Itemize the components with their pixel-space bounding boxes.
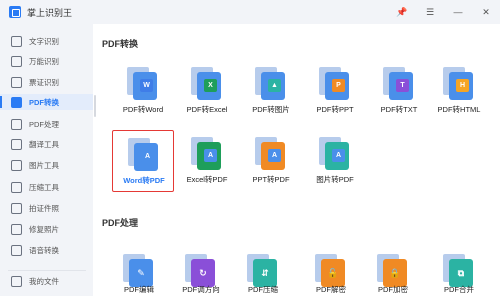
sidebar-item-translate[interactable]: 翻译工具 bbox=[0, 136, 93, 152]
sidebar-item-compress[interactable]: 压缩工具 bbox=[0, 179, 93, 195]
pdf-decrypt-icon: 🔓 bbox=[315, 254, 346, 287]
image-to-pdf-icon: ▲ A bbox=[319, 137, 350, 171]
tool-label: PDF压缩 bbox=[248, 285, 278, 294]
image-tool-icon bbox=[11, 159, 22, 171]
sidebar-item-pdf-process[interactable]: PDF处理 bbox=[0, 116, 93, 132]
minimize-icon[interactable]: — bbox=[444, 0, 472, 24]
voice-convert-icon bbox=[11, 244, 22, 256]
close-icon[interactable]: ✕ bbox=[472, 0, 500, 24]
pdf-to-ppt-icon: A P bbox=[319, 67, 350, 101]
sidebar-item-label: 文字识别 bbox=[29, 36, 59, 46]
pdf-to-txt-icon: A T bbox=[383, 67, 414, 101]
tool-label: PDF转Word bbox=[122, 105, 164, 114]
sidebar-item-label: PDF处理 bbox=[29, 119, 59, 129]
sidebar-item-label: 拍证件照 bbox=[29, 203, 59, 213]
tool-pdf-to-txt[interactable]: A T PDF转TXT bbox=[368, 60, 430, 122]
tool-label: PDF转图片 bbox=[252, 105, 290, 114]
pdf-to-word-icon: A W bbox=[127, 67, 158, 101]
tool-pdf-merge[interactable]: ⧉ PDF合并 bbox=[428, 248, 490, 294]
tool-pdf-edit[interactable]: ✎ PDF编辑 bbox=[108, 248, 170, 294]
pdf-to-html-icon: A H bbox=[443, 67, 474, 101]
tool-image-to-pdf[interactable]: ▲ A 图片转PDF bbox=[304, 130, 366, 192]
sidebar-item-label: 语音转换 bbox=[29, 245, 59, 255]
sidebar-item-label: 我的文件 bbox=[29, 276, 59, 286]
photo-repair-icon bbox=[11, 223, 22, 235]
id-photo-icon bbox=[11, 202, 22, 214]
app-logo-icon bbox=[9, 6, 21, 18]
text-recognition-icon bbox=[11, 35, 22, 47]
universal-recognition-icon bbox=[11, 55, 22, 67]
tool-pdf-to-excel[interactable]: A X PDF转Excel bbox=[176, 60, 238, 122]
pdf-process-icon bbox=[11, 118, 22, 130]
pdf-rotate-icon: ↻ bbox=[185, 254, 216, 287]
sidebar-item-label: 翻译工具 bbox=[29, 139, 59, 149]
pdf-to-excel-icon: A X bbox=[191, 67, 222, 101]
sidebar-item-voice-convert[interactable]: 语音转换 bbox=[0, 242, 93, 258]
tool-label: PDF转TXT bbox=[380, 105, 418, 114]
word-to-pdf-icon: W A bbox=[128, 138, 159, 172]
tool-label: Excel转PDF bbox=[186, 175, 228, 184]
pdf-to-image-icon: A ▲ bbox=[255, 67, 286, 101]
pdf-encrypt-icon: 🔒 bbox=[377, 254, 408, 287]
tool-label: 图片转PDF bbox=[316, 175, 354, 184]
tool-label: PDF转HTML bbox=[437, 105, 481, 114]
tool-label: PPT转PDF bbox=[252, 175, 290, 184]
sidebar-item-label: 修复照片 bbox=[29, 224, 59, 234]
sidebar: 文字识别 万能识别 票证识别 PDF转换 PDF处理 翻译工具 图片工具 压缩工… bbox=[0, 24, 93, 296]
sidebar-item-label: 压缩工具 bbox=[29, 182, 59, 192]
sidebar-item-ticket-recognition[interactable]: 票证识别 bbox=[0, 74, 93, 90]
pdf-merge-icon: ⧉ bbox=[443, 254, 474, 287]
sidebar-item-label: PDF转换 bbox=[29, 97, 59, 107]
tool-excel-to-pdf[interactable]: X A Excel转PDF bbox=[176, 130, 238, 192]
pdf-compress-icon: ⇵ bbox=[247, 254, 278, 287]
tool-word-to-pdf[interactable]: W A Word转PDF bbox=[112, 130, 174, 192]
tool-pdf-to-word[interactable]: A W PDF转Word bbox=[112, 60, 174, 122]
section-title-pdf-convert: PDF转换 bbox=[102, 39, 139, 49]
tool-label: PDF转Excel bbox=[186, 105, 228, 114]
title-bar: 掌上识别王 📌 ☰ — ✕ bbox=[0, 0, 500, 24]
tool-label: PDF加密 bbox=[378, 285, 408, 294]
sidebar-item-label: 万能识别 bbox=[29, 56, 59, 66]
tool-pdf-compress[interactable]: ⇵ PDF压缩 bbox=[232, 248, 294, 294]
sidebar-scrollbar[interactable] bbox=[94, 95, 96, 117]
tool-pdf-to-html[interactable]: A H PDF转HTML bbox=[428, 60, 490, 122]
ticket-recognition-icon bbox=[11, 76, 22, 88]
pdf-convert-icon bbox=[11, 96, 22, 108]
ppt-to-pdf-icon: P A bbox=[255, 137, 286, 171]
sidebar-item-photo-repair[interactable]: 修复照片 bbox=[0, 221, 93, 237]
tool-pdf-to-ppt[interactable]: A P PDF转PPT bbox=[304, 60, 366, 122]
sidebar-item-label: 图片工具 bbox=[29, 160, 59, 170]
tool-pdf-decrypt[interactable]: 🔓 PDF解密 bbox=[300, 248, 362, 294]
sidebar-item-label: 票证识别 bbox=[29, 77, 59, 87]
sidebar-item-pdf-convert[interactable]: PDF转换 bbox=[0, 94, 93, 110]
menu-icon[interactable]: ☰ bbox=[416, 0, 444, 24]
tool-label: Word转PDF bbox=[123, 176, 165, 185]
tool-pdf-to-image[interactable]: A ▲ PDF转图片 bbox=[240, 60, 302, 122]
sidebar-divider bbox=[8, 270, 86, 271]
sidebar-item-id-photo[interactable]: 拍证件照 bbox=[0, 200, 93, 216]
tool-label: PDF编辑 bbox=[124, 285, 154, 294]
window-controls: 📌 ☰ — ✕ bbox=[388, 0, 500, 24]
pin-icon[interactable]: 📌 bbox=[388, 0, 416, 24]
translate-icon bbox=[11, 138, 22, 150]
tool-label: PDF调方向 bbox=[182, 285, 220, 294]
tool-pdf-encrypt[interactable]: 🔒 PDF加密 bbox=[362, 248, 424, 294]
sidebar-item-my-files[interactable]: 我的文件 bbox=[0, 273, 93, 289]
tool-label: PDF转PPT bbox=[316, 105, 354, 114]
tool-label: PDF解密 bbox=[316, 285, 346, 294]
tool-label: PDF合并 bbox=[444, 285, 474, 294]
tool-ppt-to-pdf[interactable]: P A PPT转PDF bbox=[240, 130, 302, 192]
pdf-edit-icon: ✎ bbox=[123, 254, 154, 287]
section-title-pdf-process: PDF处理 bbox=[102, 218, 139, 228]
tool-pdf-rotate[interactable]: ↻ PDF调方向 bbox=[170, 248, 232, 294]
compress-icon bbox=[11, 181, 22, 193]
excel-to-pdf-icon: X A bbox=[191, 137, 222, 171]
sidebar-item-universal-recognition[interactable]: 万能识别 bbox=[0, 53, 93, 69]
app-title: 掌上识别王 bbox=[27, 7, 73, 18]
my-files-icon bbox=[11, 275, 22, 287]
sidebar-item-image-tool[interactable]: 图片工具 bbox=[0, 157, 93, 173]
sidebar-item-text-recognition[interactable]: 文字识别 bbox=[0, 33, 93, 49]
